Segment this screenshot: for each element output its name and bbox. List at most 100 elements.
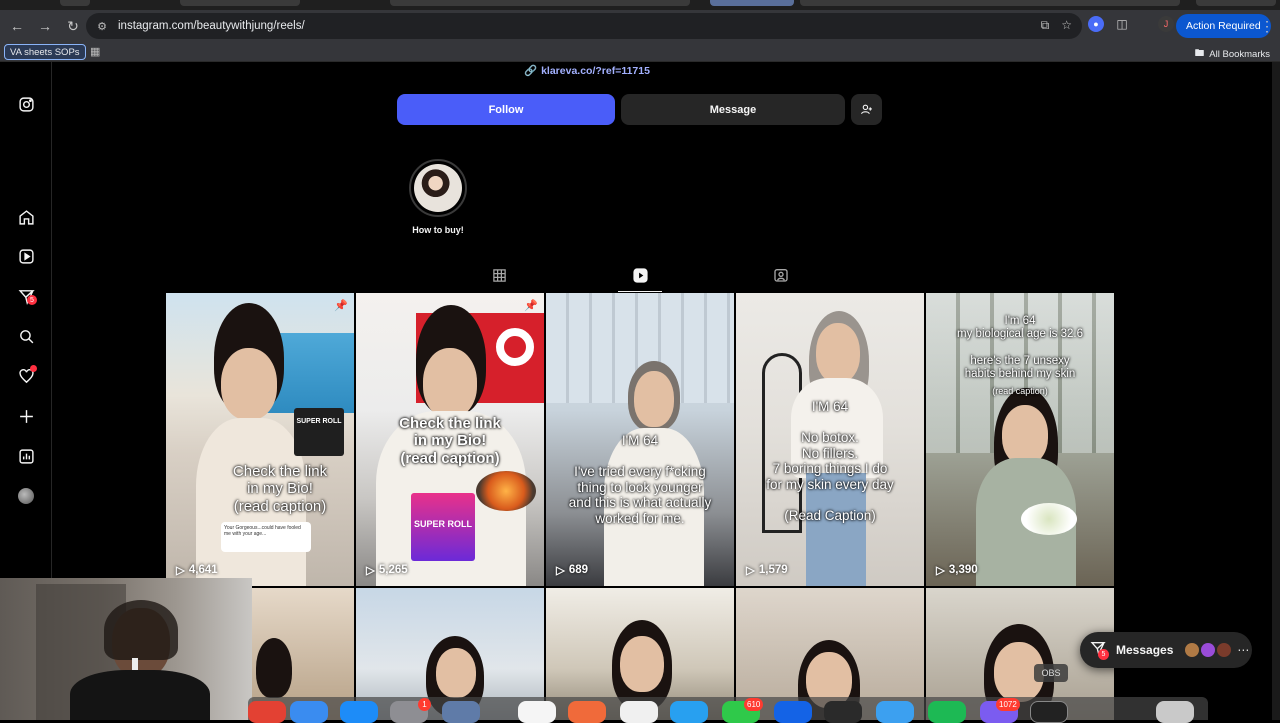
insights-chart-icon[interactable]: [16, 446, 36, 466]
active-tab-indicator: [618, 291, 662, 292]
apps-grid-icon[interactable]: ▦: [90, 45, 100, 58]
browser-tab[interactable]: [390, 0, 690, 6]
reel-caption: Check the link in my Bio! (read caption): [232, 463, 328, 515]
home-icon[interactable]: [16, 207, 36, 227]
product-box: SUPER ROLL: [294, 408, 344, 456]
reels-grid: SUPER ROLL Your Gorgeous...could have fo…: [166, 293, 1114, 720]
webcam-overlay: [0, 578, 252, 720]
messages-label: Messages: [1116, 643, 1174, 657]
story-highlight[interactable]: [409, 159, 467, 217]
follow-button[interactable]: Follow: [397, 94, 615, 125]
highlight-thumbnail: [414, 164, 462, 212]
comment-overlay: Your Gorgeous...could have fooled me wit…: [221, 522, 311, 552]
pinned-icon: 📌: [524, 300, 538, 312]
page-scrollbar[interactable]: [1272, 62, 1280, 720]
reel-tile[interactable]: SUPER ROLL Check the link in my Bio! (re…: [356, 293, 544, 586]
reel-caption: I'm 64 my biological age is 32.6 here's …: [957, 315, 1083, 380]
action-required-button[interactable]: Action Required: [1176, 14, 1271, 38]
activity-dot: [30, 365, 37, 372]
tab-reels[interactable]: [631, 266, 649, 284]
suggested-users-button[interactable]: [851, 94, 882, 125]
bookmark-va-sheets[interactable]: VA sheets SOPs: [4, 44, 86, 60]
avatar: [1185, 643, 1200, 657]
product-box: SUPER ROLL: [411, 493, 475, 561]
reel-views: ▷ 3,390: [936, 563, 978, 577]
product-label: SUPER ROLL: [296, 418, 342, 425]
obs-indicator[interactable]: OBS: [1034, 664, 1068, 682]
forward-icon[interactable]: →: [32, 13, 58, 39]
reels-tab-icon: [632, 267, 648, 283]
site-settings-icon[interactable]: ⚙: [92, 20, 112, 33]
play-count-icon: ▷: [366, 565, 375, 577]
reload-icon[interactable]: ↻: [60, 13, 86, 39]
link-icon: 🔗: [524, 65, 538, 77]
back-icon[interactable]: ←: [4, 13, 30, 39]
direct-messages-icon[interactable]: 5: [16, 286, 37, 306]
extensions-puzzle-icon[interactable]: ◫: [1114, 16, 1130, 32]
views-count: 1,579: [758, 564, 788, 576]
instagram-logo-icon[interactable]: [16, 94, 36, 114]
create-plus-icon[interactable]: [16, 406, 36, 426]
message-button[interactable]: Message: [621, 94, 845, 125]
add-user-icon: [861, 104, 872, 115]
highlight-label[interactable]: How to buy!: [400, 225, 476, 235]
reel-tile[interactable]: I'm 64 my biological age is 32.6 here's …: [926, 293, 1114, 586]
salad-bowl: [1021, 503, 1077, 535]
messages-panel-button[interactable]: 5 Messages ⋯: [1080, 632, 1252, 668]
heart-icon[interactable]: [16, 365, 37, 386]
messages-icon: 5: [1090, 640, 1109, 661]
views-count: 4,641: [188, 564, 218, 576]
browser-tab[interactable]: [800, 0, 1180, 6]
browser-tab[interactable]: [60, 0, 90, 6]
reel-views: ▷ 689: [556, 563, 588, 577]
browser-toolbar: ← → ↻ ⚙ instagram.com/beautywithjung/ree…: [0, 10, 1280, 42]
dock-badge: 610: [744, 698, 764, 711]
profile-tabs: [166, 260, 1114, 293]
avatar: [1217, 643, 1232, 657]
more-icon[interactable]: ⋯: [1237, 643, 1249, 657]
tab-posts[interactable]: [490, 266, 508, 284]
bookmark-star-icon[interactable]: ☆: [1061, 18, 1072, 33]
profile-avatar[interactable]: J: [1158, 16, 1174, 32]
dock-badge: 1: [418, 698, 431, 711]
search-icon[interactable]: [16, 326, 36, 346]
grid-icon: [492, 268, 506, 282]
folder-icon: 🖿: [1194, 48, 1205, 59]
address-url[interactable]: instagram.com/beautywithjung/reels/: [118, 20, 305, 32]
pinned-icon: 📌: [334, 300, 348, 312]
bio-link-text[interactable]: klareva.co/?ref=11715: [541, 65, 650, 77]
profile-avatar-icon[interactable]: [16, 486, 36, 506]
fire-prop: [476, 471, 536, 511]
play-count-icon: ▷: [936, 565, 945, 577]
install-app-icon[interactable]: ⧉: [1041, 18, 1050, 33]
product-label: SUPER ROLL: [413, 519, 472, 529]
reels-icon[interactable]: [16, 246, 36, 266]
browser-tab-active[interactable]: [710, 0, 794, 6]
dock-badge: 1072: [996, 698, 1020, 711]
avatar: [1201, 643, 1216, 657]
reel-tile[interactable]: I'M 64 I've tried every f*cking thing to…: [546, 293, 734, 586]
tagged-icon: [774, 269, 788, 282]
browser-tab-strip: [0, 0, 1280, 10]
address-bar[interactable]: ⚙ instagram.com/beautywithjung/reels/ ⧉ …: [86, 13, 1082, 39]
browser-tab[interactable]: [180, 0, 300, 6]
reel-views: ▷ 1,579: [746, 563, 788, 577]
reel-views: ▷ 4,641: [176, 563, 218, 577]
messages-badge: 5: [1098, 648, 1109, 660]
reel-caption-note: (read caption): [992, 386, 1048, 396]
views-count: 689: [568, 564, 589, 576]
views-count: 3,390: [948, 564, 978, 576]
bookmarks-bar: VA sheets SOPs ▦ 🖿 All Bookmarks: [0, 42, 1280, 62]
reel-tile[interactable]: I'M 64 No botox. No fillers. 7 boring th…: [736, 293, 924, 586]
play-count-icon: ▷: [746, 565, 755, 577]
reel-tile[interactable]: SUPER ROLL Your Gorgeous...could have fo…: [166, 293, 354, 586]
play-count-icon: ▷: [176, 565, 185, 577]
browser-tab[interactable]: [1196, 0, 1276, 6]
browser-menu-icon[interactable]: ⋮: [1260, 18, 1274, 35]
bio-link[interactable]: 🔗 klareva.co/?ref=11715: [524, 64, 650, 78]
reel-caption: I'M 64 No botox. No fillers. 7 boring th…: [766, 399, 894, 523]
notifications-badge: 5: [27, 295, 37, 305]
all-bookmarks[interactable]: 🖿 All Bookmarks: [1195, 46, 1270, 62]
tab-tagged[interactable]: [772, 266, 790, 284]
extension-icon[interactable]: ●: [1088, 16, 1104, 32]
